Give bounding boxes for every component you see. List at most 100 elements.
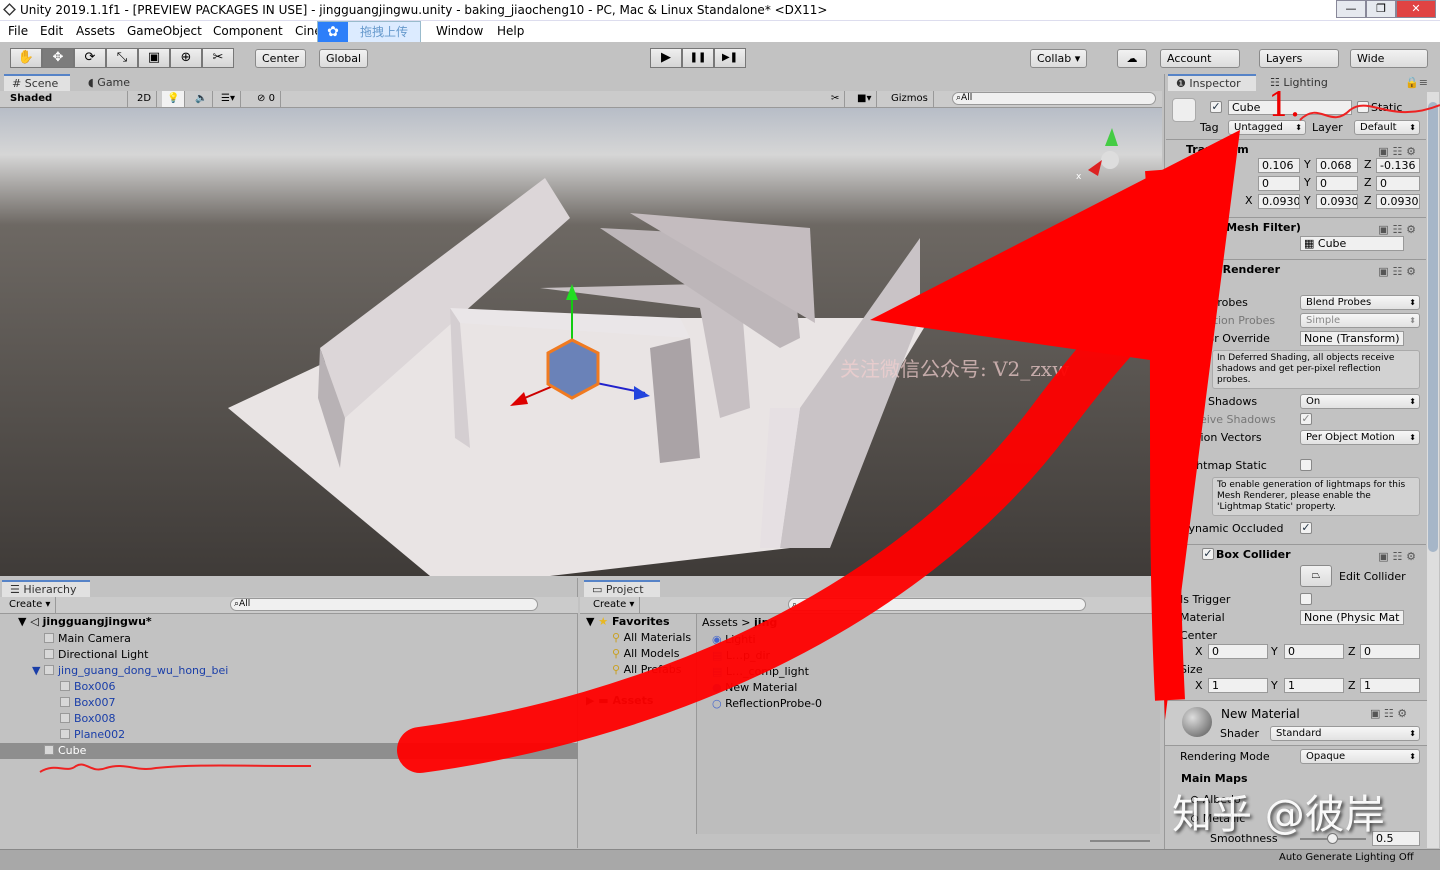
rendering-mode-dropdown[interactable]: Opaque [1300,749,1420,764]
step-button[interactable]: ▶❚ [714,48,746,68]
project-search-input[interactable]: ⌕ [788,598,1086,611]
mesh-filter-header[interactable]: Cube (Mesh Filter) ▣ ☷ ⚙ [1166,217,1426,237]
minimize-button[interactable]: — [1336,0,1366,18]
tab-project[interactable]: ▭ Project [584,580,660,597]
cast-shadows-dropdown[interactable]: On [1300,394,1420,409]
transform-header[interactable]: Transform ▣ ☷ ⚙ [1166,139,1426,159]
rotation-z[interactable]: 0 [1376,176,1420,191]
account-dropdown[interactable]: Account [1160,49,1240,68]
light-probes-dropdown[interactable]: Blend Probes [1300,295,1420,310]
hand-tool-icon[interactable]: ✋ [10,48,42,68]
collab-button[interactable]: Collab ▾ [1030,49,1088,68]
menu-component[interactable]: Component [213,21,283,42]
scale-x[interactable]: 0.0930 [1258,194,1300,209]
position-z[interactable]: -0.136 [1376,158,1420,173]
hidden-objects-count[interactable]: ⊘ 0 [252,91,281,107]
scene-root-item[interactable]: ▼ ◁ jingguangjingwu* [18,615,152,628]
layout-dropdown[interactable]: Wide [1350,49,1428,68]
scale-z[interactable]: 0.0930 [1376,194,1420,209]
collider-material-field[interactable]: None (Physic Mat [1300,610,1404,625]
audio-toggle-icon[interactable]: 🔈 [190,91,214,107]
menu-window[interactable]: Window [436,21,483,42]
scene-viewport[interactable]: x 关注微信公众号: V2_zxw [0,108,1162,576]
move-tool-icon[interactable]: ✥ [42,48,74,68]
project-file-item[interactable]: ● New Material [712,681,797,694]
tab-inspector[interactable]: ❶ Inspector [1168,74,1256,91]
hierarchy-item[interactable]: Plane002 [0,727,578,743]
pause-button[interactable]: ❚❚ [682,48,714,68]
center-z[interactable]: 0 [1360,644,1420,659]
maximize-button[interactable]: ❐ [1366,0,1396,18]
pivot-global-button[interactable]: Global [319,49,369,68]
lightmap-static-checkbox[interactable] [1300,459,1312,471]
shading-mode-dropdown[interactable]: Shaded [0,91,128,107]
project-file-item[interactable]: ○ ReflectionProbe-0 [712,697,822,710]
hierarchy-item[interactable]: Main Camera [0,631,578,647]
project-file-item[interactable]: ◉ Lighti [712,633,756,646]
inspector-scrollbar[interactable] [1427,92,1439,848]
scale-y[interactable]: 0.0930 [1316,194,1358,209]
reflection-probes-dropdown[interactable]: Simple [1300,313,1420,328]
shader-dropdown[interactable]: Standard [1270,726,1420,741]
active-checkbox[interactable]: ✓ [1210,101,1222,113]
edit-collider-button[interactable]: ⏢ [1300,565,1332,587]
anchor-override-field[interactable]: None (Transform) [1300,331,1404,346]
camera-settings-icon[interactable]: ■▾ [852,91,878,107]
position-x[interactable]: 0.106 [1258,158,1300,173]
project-create-button[interactable]: Create ▾ [588,597,641,613]
box-collider-enabled-checkbox[interactable]: ✓ [1202,548,1214,560]
menu-edit[interactable]: Edit [40,21,63,42]
icon-size-slider[interactable] [1090,840,1150,842]
upload-overlay[interactable]: ✿ 拖拽上传 [317,21,421,43]
rotation-x[interactable]: 0 [1258,176,1300,191]
scale-tool-icon[interactable]: ⤡ [106,48,138,68]
scene-search-input[interactable]: ⌕All [952,92,1156,105]
selected-cube[interactable] [546,338,600,400]
box-collider-header[interactable]: ✓ Box Collider ▣ ☷ ⚙ [1166,544,1426,564]
mesh-renderer-header[interactable]: Mesh Renderer ▣ ☷ ⚙ [1166,259,1426,279]
is-trigger-checkbox[interactable] [1300,593,1312,605]
hierarchy-item[interactable]: Box006 [0,679,578,695]
transform-tool-icon[interactable]: ⊕ [170,48,202,68]
dynamic-occluded-checkbox[interactable]: ✓ [1300,522,1312,534]
lighting-toggle-icon[interactable]: 💡 [162,91,186,107]
custom-tool-icon[interactable]: ✂ [202,48,234,68]
motion-vectors-dropdown[interactable]: Per Object Motion [1300,430,1420,445]
receive-shadows-checkbox[interactable]: ✓ [1300,413,1312,425]
position-y[interactable]: 0.068 [1316,158,1358,173]
static-dropdown[interactable]: Static [1371,101,1402,114]
project-file-item[interactable]: ▤ L…p_dir [712,649,770,662]
menu-file[interactable]: File [8,21,28,42]
assets-folder[interactable]: ▶ ▬ Assets [586,694,653,707]
hierarchy-create-button[interactable]: Create ▾ [4,597,57,613]
favorite-all-models[interactable]: ⚲ All Models [612,647,679,660]
rotation-y[interactable]: 0 [1316,176,1358,191]
tab-hierarchy[interactable]: ☰ Hierarchy [2,580,90,597]
mesh-field[interactable]: ▦ Cube [1300,236,1404,251]
static-checkbox[interactable] [1357,101,1369,113]
cloud-icon[interactable]: ☁ [1117,49,1147,68]
tools-icon[interactable]: ✂ [826,91,846,107]
rect-tool-icon[interactable]: ▣ [138,48,170,68]
lock-icon[interactable]: 🔒≡ [1405,76,1428,89]
project-breadcrumb[interactable]: Assets > jing [702,616,777,629]
hierarchy-item[interactable]: ▼ jing_guang_dong_wu_hong_bei [0,663,578,679]
layer-dropdown[interactable]: Default [1354,120,1420,135]
favorite-all-materials[interactable]: ⚲ All Materials [612,631,691,644]
tab-game[interactable]: ◖ Game [80,75,136,92]
favorites-folder[interactable]: ▼ ★ Favorites [586,615,670,628]
layers-dropdown[interactable]: Layers [1259,49,1339,68]
hierarchy-item[interactable]: Cube [0,743,578,759]
hierarchy-item[interactable]: Directional Light [0,647,578,663]
hierarchy-item[interactable]: Box008 [0,711,578,727]
favorite-all-prefabs[interactable]: ⚲ All Prefabs [612,663,682,676]
menu-help[interactable]: Help [497,21,524,42]
hierarchy-search-input[interactable]: ⌕All [230,598,538,611]
size-y[interactable]: 1 [1284,678,1344,693]
size-z[interactable]: 1 [1360,678,1420,693]
menu-gameobject[interactable]: GameObject [127,21,202,42]
pivot-center-button[interactable]: Center [255,49,307,68]
hierarchy-item[interactable]: Box007 [0,695,578,711]
center-y[interactable]: 0 [1284,644,1344,659]
project-file-item[interactable]: ▤ L…_comp_light [712,665,809,678]
